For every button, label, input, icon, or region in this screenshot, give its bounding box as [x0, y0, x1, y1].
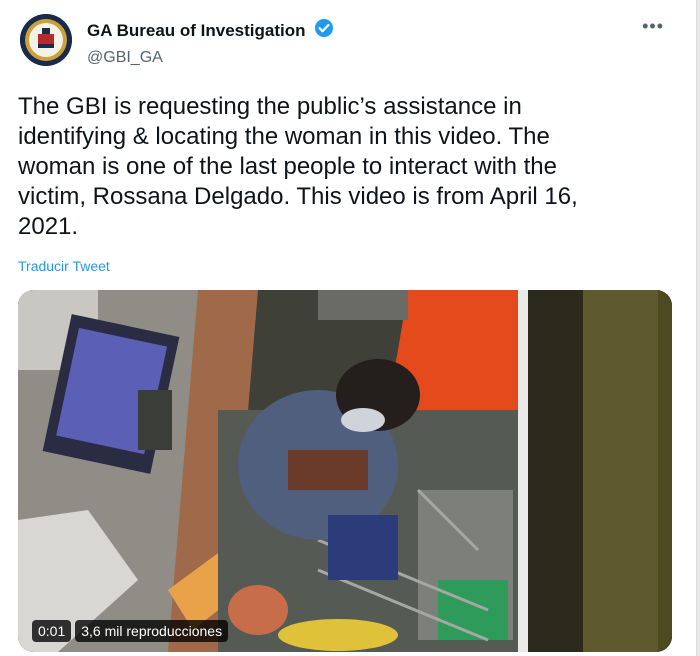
gbi-seal-icon[interactable]: [20, 14, 72, 66]
video-player[interactable]: 0:01 3,6 mil reproducciones: [18, 290, 672, 652]
translate-tweet-link[interactable]: Traducir Tweet: [18, 258, 110, 274]
verified-badge-icon: [314, 18, 334, 43]
tweet-header: GA Bureau of Investigation @GBI_GA •••: [20, 14, 680, 74]
video-time: 0:01: [32, 620, 72, 642]
more-options-icon[interactable]: •••: [642, 17, 664, 35]
tweet-card: GA Bureau of Investigation @GBI_GA ••• T…: [0, 0, 697, 656]
video-overlay: 0:01 3,6 mil reproducciones: [32, 620, 229, 642]
account-handle[interactable]: @GBI_GA: [87, 49, 334, 67]
tweet-text: The GBI is requesting the public’s assis…: [18, 93, 578, 240]
account-names: GA Bureau of Investigation @GBI_GA: [87, 18, 334, 67]
display-name[interactable]: GA Bureau of Investigation: [87, 21, 306, 41]
video-views: 3,6 mil reproducciones: [75, 620, 229, 642]
